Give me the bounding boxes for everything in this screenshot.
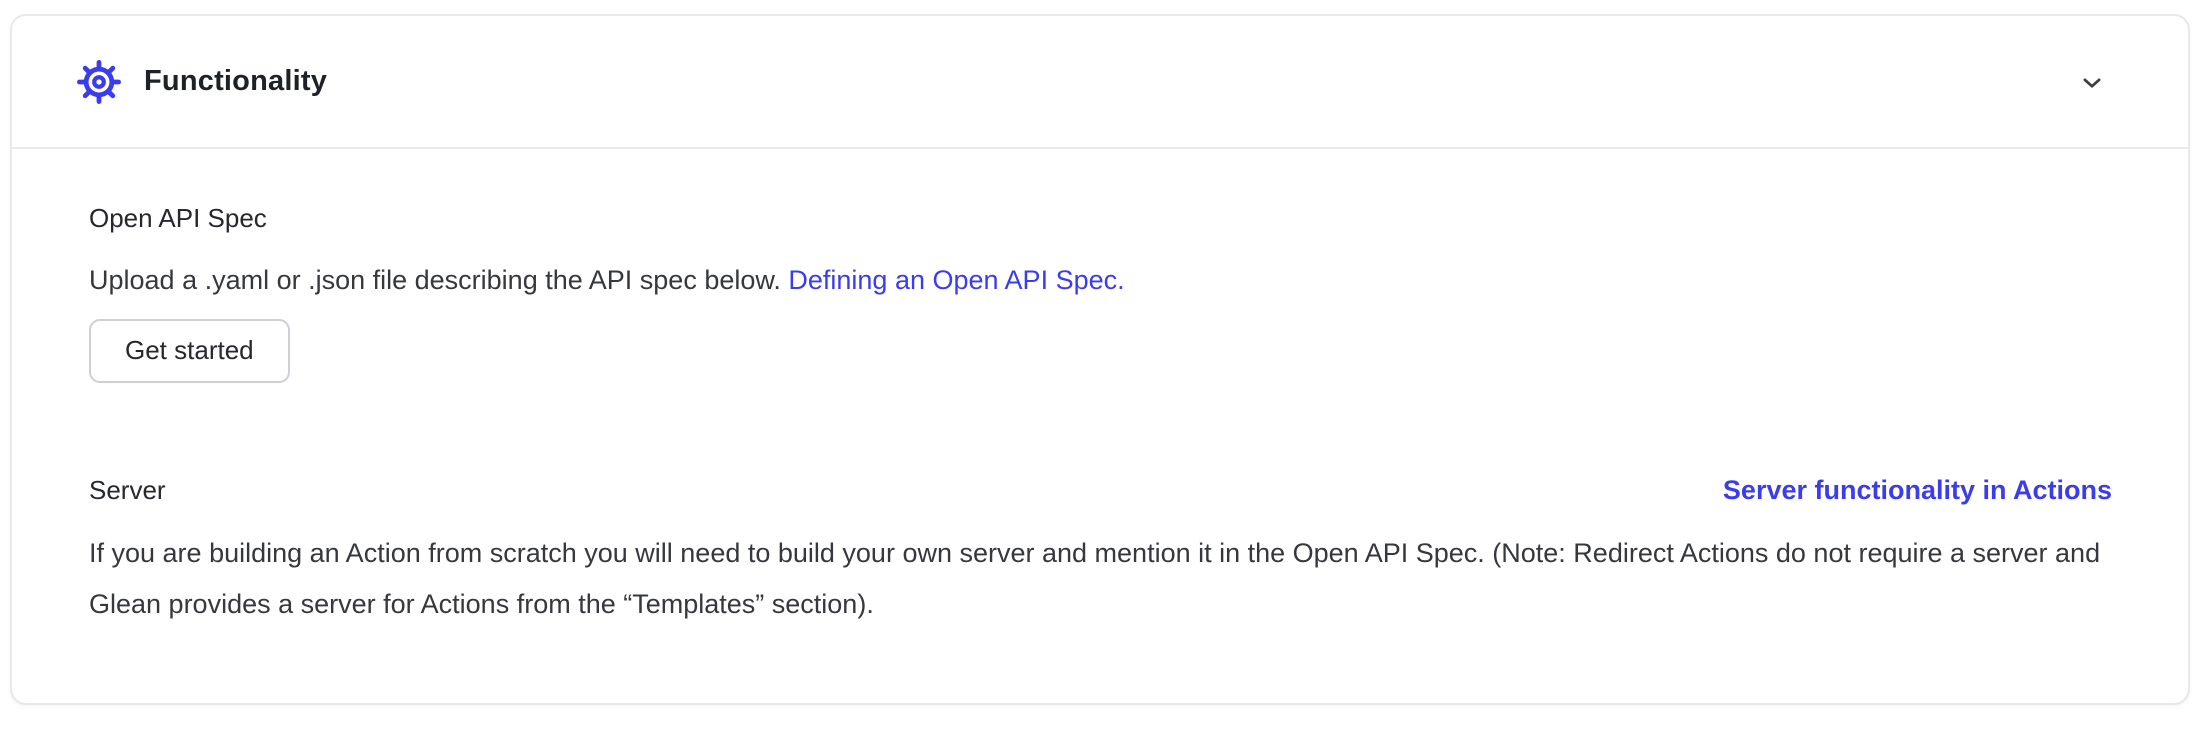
defining-open-api-spec-link[interactable]: Defining an Open API Spec.	[788, 265, 1124, 295]
gear-icon	[76, 59, 122, 105]
open-api-spec-description: Upload a .yaml or .json file describing …	[89, 261, 2112, 299]
panel-title: Functionality	[144, 65, 327, 98]
get-started-button[interactable]: Get started	[89, 319, 290, 383]
functionality-panel-header[interactable]: Functionality	[12, 16, 2188, 149]
server-functionality-link[interactable]: Server functionality in Actions	[1723, 475, 2112, 506]
open-api-spec-description-text: Upload a .yaml or .json file describing …	[89, 265, 788, 295]
functionality-panel: Functionality Open API Spec Upload a .ya…	[10, 14, 2190, 705]
chevron-down-icon[interactable]	[2074, 64, 2110, 100]
open-api-spec-heading: Open API Spec	[89, 201, 2112, 235]
server-section-header: Server Server functionality in Actions	[89, 473, 2112, 507]
functionality-panel-body: Open API Spec Upload a .yaml or .json fi…	[12, 149, 2188, 630]
server-heading: Server	[89, 473, 166, 507]
server-description: If you are building an Action from scrat…	[89, 528, 2112, 630]
